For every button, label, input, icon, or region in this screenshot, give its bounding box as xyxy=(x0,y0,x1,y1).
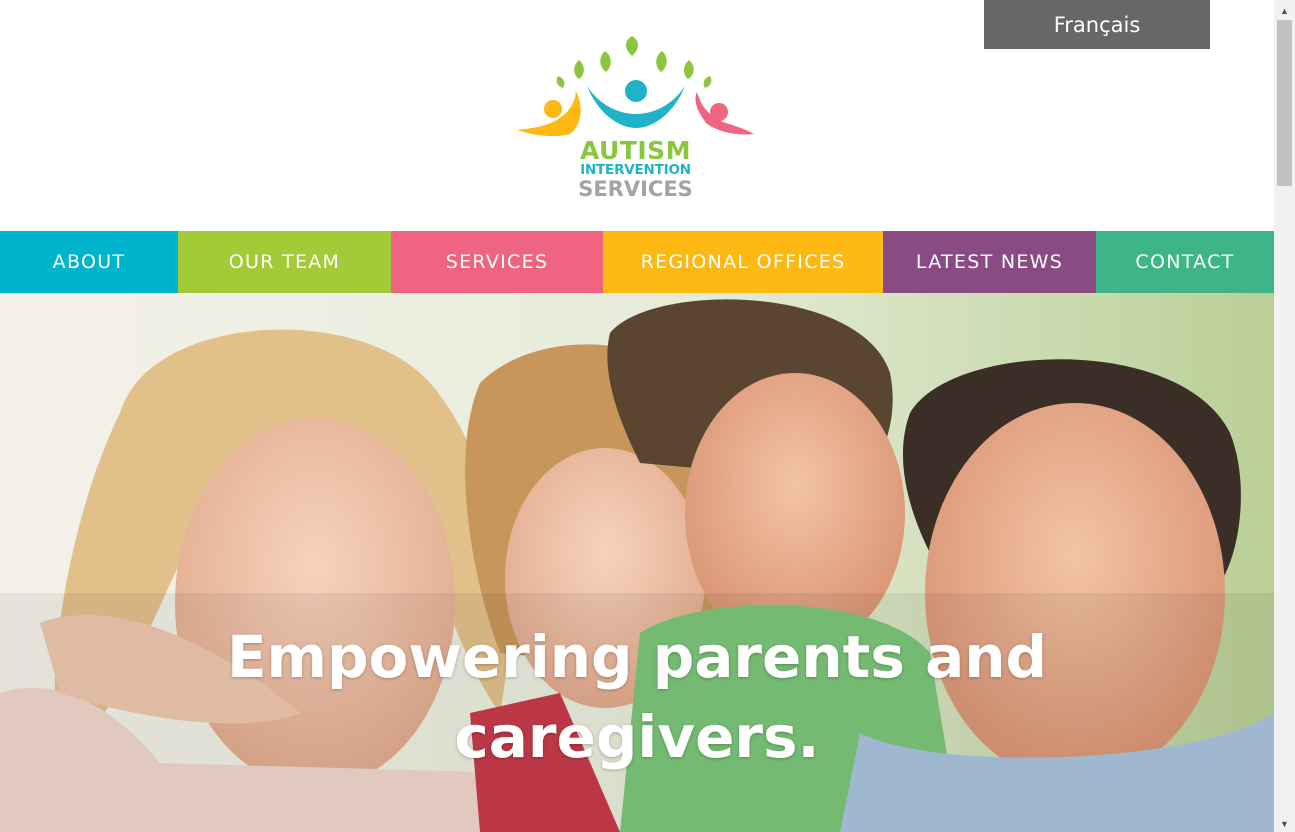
nav-item-regional-offices[interactable]: REGIONAL OFFICES xyxy=(603,231,883,293)
hero-banner: Empowering parents and caregivers. xyxy=(0,293,1274,832)
triangle-down-icon[interactable]: ▼ xyxy=(1274,815,1295,832)
triangle-up-icon[interactable]: ▲ xyxy=(1274,2,1295,19)
nav-item-our-team[interactable]: OUR TEAM xyxy=(178,231,391,293)
logo-emblem-icon xyxy=(517,36,754,137)
logo-line-autism: AUTISM xyxy=(579,136,692,165)
logo-wordmark: AUTISM INTERVENTION SERVICES xyxy=(575,138,696,200)
page: Français AUTISM INTERVENTION SERVICES AB… xyxy=(0,0,1274,832)
hero-heading-line-2: caregivers. xyxy=(454,703,820,771)
vertical-scrollbar[interactable]: ▲ ▼ xyxy=(1274,0,1295,832)
logo-line-intervention: INTERVENTION xyxy=(580,162,691,178)
nav-item-services[interactable]: SERVICES xyxy=(391,231,603,293)
nav-item-latest-news[interactable]: LATEST NEWS xyxy=(883,231,1096,293)
hero-heading-line-1: Empowering parents and xyxy=(226,623,1048,691)
hero-heading: Empowering parents and caregivers. xyxy=(0,617,1274,777)
logo-line-services: SERVICES xyxy=(578,176,693,201)
nav-item-contact[interactable]: CONTACT xyxy=(1096,231,1274,293)
main-navigation: ABOUT OUR TEAM SERVICES REGIONAL OFFICES… xyxy=(0,231,1274,293)
nav-item-about[interactable]: ABOUT xyxy=(0,231,178,293)
scrollbar-thumb[interactable] xyxy=(1277,20,1292,186)
site-logo[interactable]: AUTISM INTERVENTION SERVICES xyxy=(515,36,760,206)
language-toggle-button[interactable]: Français xyxy=(984,0,1210,49)
